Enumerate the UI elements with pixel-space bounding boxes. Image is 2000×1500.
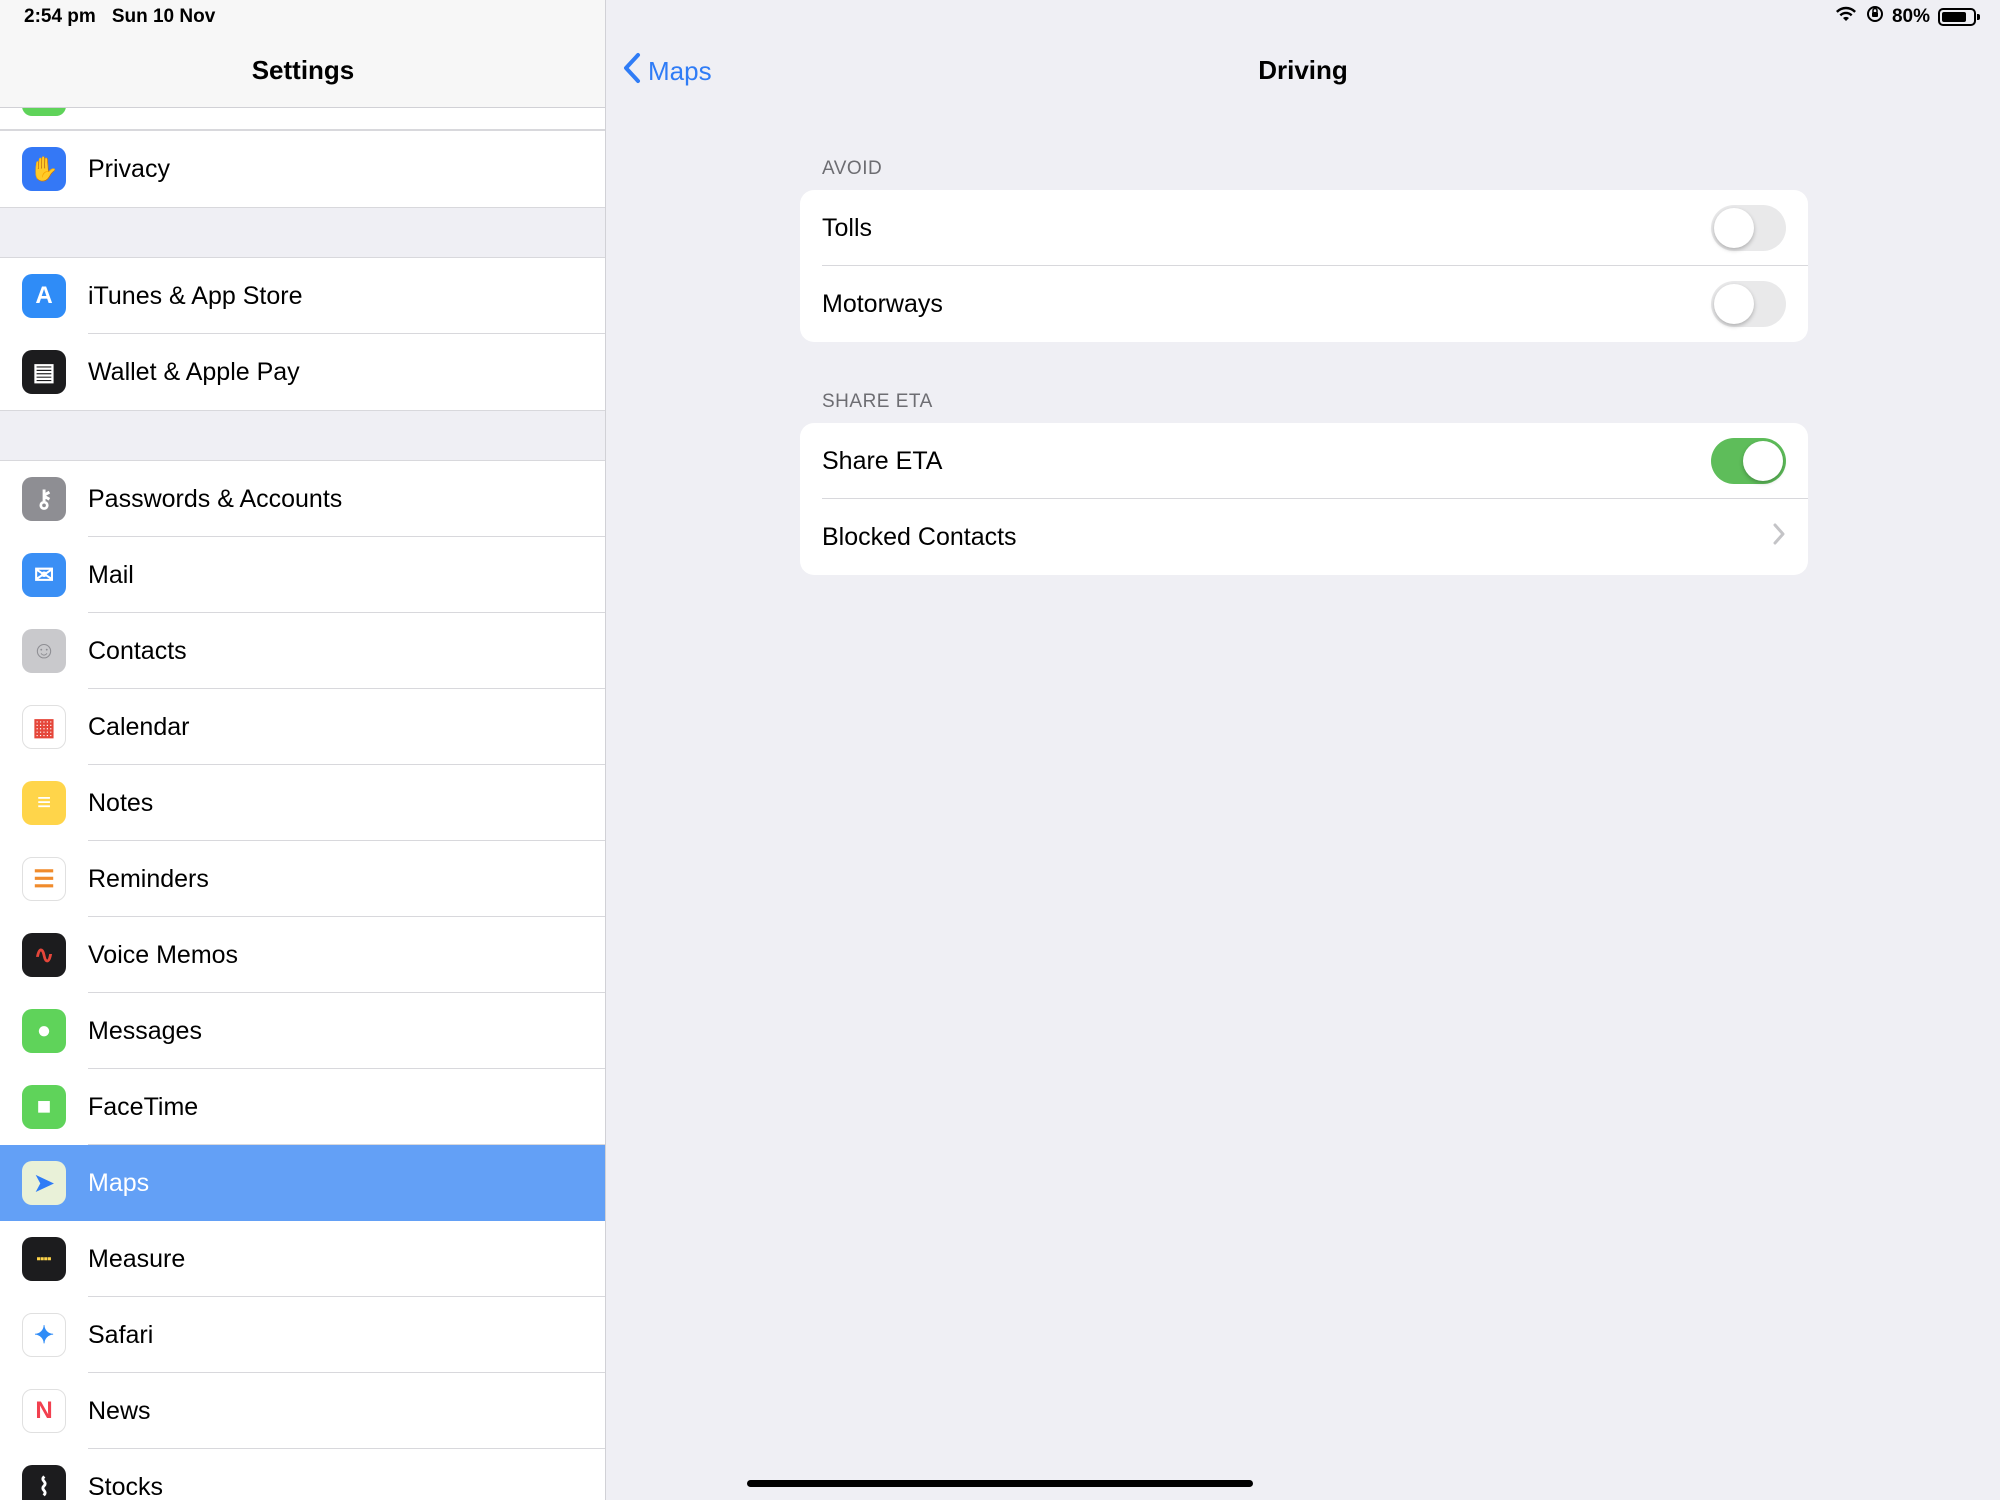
orientation-lock-icon (1866, 5, 1884, 29)
sidebar-group-privacy: ✋ Privacy (0, 130, 605, 208)
facetime-icon: ■ (22, 1085, 66, 1129)
reminders-icon: ☰ (22, 857, 66, 901)
setting-row-motorways: Motorways (800, 266, 1808, 342)
sidebar-item-stocks[interactable]: ⌇ Stocks (0, 1449, 605, 1500)
setting-row-tolls: Tolls (800, 190, 1808, 266)
share-eta-toggle[interactable] (1711, 438, 1786, 484)
wifi-icon (1834, 5, 1858, 29)
wallet-icon: ▤ (22, 350, 66, 394)
section-header-share-eta: SHARE ETA (822, 391, 933, 412)
status-date: Sun 10 Nov (111, 6, 216, 27)
maps-icon: ➤ (22, 1161, 66, 1205)
setting-row-share-eta: Share ETA (800, 423, 1808, 499)
sidebar-item-label: Voice Memos (88, 940, 239, 969)
key-icon: ⚷ (22, 477, 66, 521)
sidebar-item-messages[interactable]: ● Messages (0, 993, 605, 1069)
toggle-knob (1743, 441, 1783, 481)
sidebar-group-apps: ⚷ Passwords & Accounts ✉ Mail ☺ Contacts ▦ Cale… (0, 460, 605, 1500)
page-title: Driving (1258, 55, 1348, 85)
sidebar-item-label: Measure (88, 1244, 186, 1273)
sidebar-item-itunes-and-app-store[interactable]: AiTunes & App Store (0, 258, 605, 334)
sidebar-item-label: Wallet & Apple Pay (88, 357, 300, 386)
status-bar-left: 2:54 pm Sun 10 Nov (24, 6, 215, 28)
sidebar-item-news[interactable]: N News (0, 1373, 605, 1449)
sidebar-item-label: Reminders (88, 864, 209, 893)
sidebar-item-label: Maps (88, 1168, 150, 1197)
avoid-card: Tolls Motorways (800, 190, 1808, 342)
setting-label: Blocked Contacts (822, 522, 1017, 551)
setting-label: Share ETA (822, 446, 943, 475)
mail-icon: ✉ (22, 553, 66, 597)
sidebar-item-voice-memos[interactable]: ∿ Voice Memos (0, 917, 605, 993)
sidebar-item-contacts[interactable]: ☺ Contacts (0, 613, 605, 689)
share-eta-card: Share ETA Blocked Contacts (800, 423, 1808, 575)
voice-memos-icon: ∿ (22, 933, 66, 977)
sidebar-item-label: Messages (88, 1016, 202, 1045)
sidebar-item-label: Safari (88, 1320, 154, 1349)
sidebar-item-facetime[interactable]: ■ FaceTime (0, 1069, 605, 1145)
contacts-icon: ☺ (22, 629, 66, 673)
settings-sidebar: ✋ Privacy AiTunes & App Store ▤ Wallet & Ap… (0, 0, 606, 1500)
section-header-avoid: AVOID (822, 158, 883, 179)
setting-row-blocked-contacts[interactable]: Blocked Contacts (800, 499, 1808, 575)
app-store-icon: A (22, 274, 66, 318)
sidebar-item-reminders[interactable]: ☰ Reminders (0, 841, 605, 917)
sidebar-item-label: News (88, 1396, 151, 1425)
tolls-toggle[interactable] (1711, 205, 1786, 251)
calendar-icon: ▦ (22, 705, 66, 749)
battery-icon (1938, 8, 1980, 26)
sidebar-item-label: Contacts (88, 636, 187, 665)
notes-icon: ≡ (22, 781, 66, 825)
sidebar-header: 2:54 pm Sun 10 Nov Settings (0, 0, 605, 108)
chevron-right-icon (1772, 522, 1786, 552)
motorways-toggle[interactable] (1711, 281, 1786, 327)
setting-label: Tolls (822, 213, 873, 242)
status-time: 2:54 pm (24, 6, 96, 27)
toggle-knob (1714, 208, 1754, 248)
sidebar-item-label: Passwords & Accounts (88, 484, 343, 513)
messages-icon: ● (22, 1009, 66, 1053)
news-icon: N (22, 1389, 66, 1433)
status-bar-right: 80% (1834, 5, 1980, 29)
sidebar-item-label: Mail (88, 560, 134, 589)
sidebar-item-measure[interactable]: ┈ Measure (0, 1221, 605, 1297)
sidebar-item-label: FaceTime (88, 1092, 199, 1121)
setting-label: Motorways (822, 289, 943, 318)
battery-level-fill (1942, 12, 1966, 22)
sidebar-item-mail[interactable]: ✉ Mail (0, 537, 605, 613)
sidebar-item-label: Stocks (88, 1472, 164, 1500)
sidebar-group-store: AiTunes & App Store ▤ Wallet & Apple Pay (0, 257, 605, 411)
measure-icon: ┈ (22, 1237, 66, 1281)
sidebar-item-label: iTunes & App Store (88, 281, 303, 310)
toggle-knob (1714, 284, 1754, 324)
sidebar-item-notes[interactable]: ≡ Notes (0, 765, 605, 841)
stocks-icon: ⌇ (22, 1465, 66, 1500)
sidebar-item-maps[interactable]: ➤ Maps (0, 1145, 605, 1221)
sidebar-item-label: Calendar (88, 712, 190, 741)
sidebar-item-wallet-and-apple-pay[interactable]: ▤ Wallet & Apple Pay (0, 334, 605, 410)
sidebar-item-label: Privacy (88, 154, 170, 183)
sidebar-item-passwords-and-accounts[interactable]: ⚷ Passwords & Accounts (0, 461, 605, 537)
safari-icon: ✦ (22, 1313, 66, 1357)
ipad-screen: ✋ Privacy AiTunes & App Store ▤ Wallet & Ap… (0, 0, 2000, 1500)
sidebar-item-safari[interactable]: ✦ Safari (0, 1297, 605, 1373)
sidebar-item-calendar[interactable]: ▦ Calendar (0, 689, 605, 765)
battery-percentage: 80% (1891, 6, 1930, 27)
sidebar-item-label: Notes (88, 788, 154, 817)
hand-icon: ✋ (22, 147, 66, 191)
sidebar-item-privacy[interactable]: ✋ Privacy (0, 131, 605, 207)
sidebar-title: Settings (251, 55, 355, 85)
home-indicator[interactable] (747, 1480, 1253, 1487)
